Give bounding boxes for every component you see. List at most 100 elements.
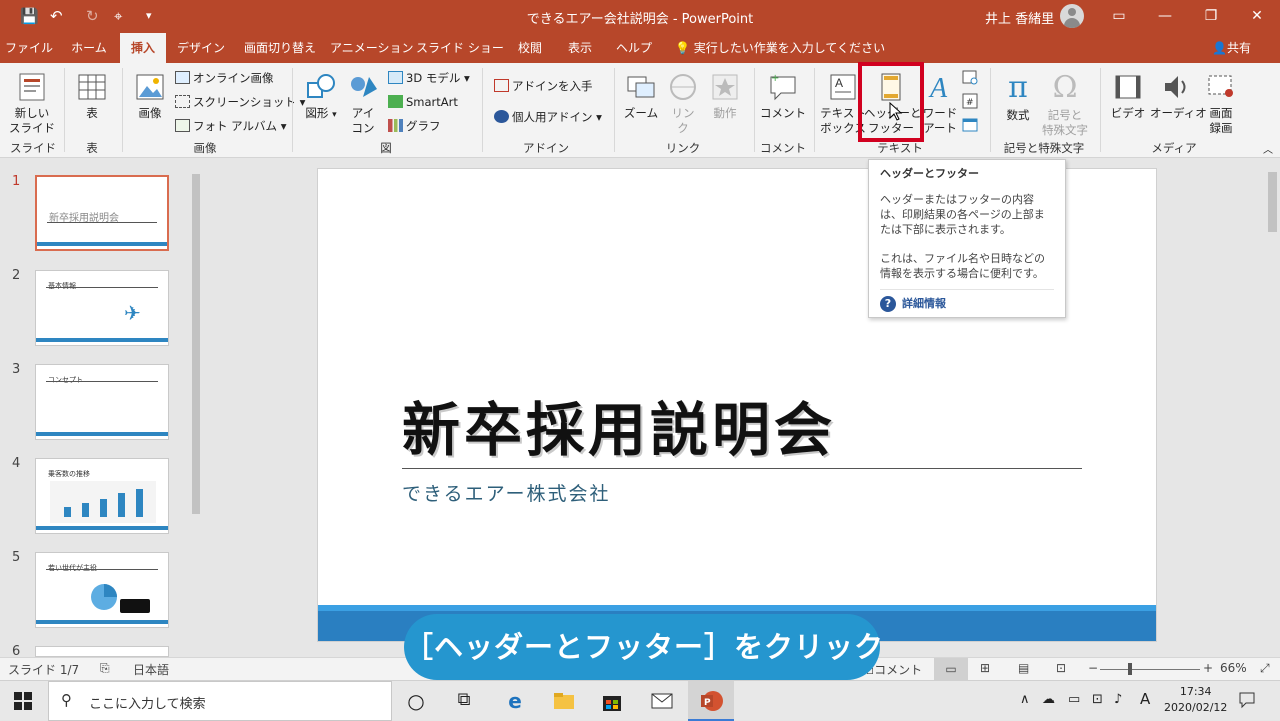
tab-animations[interactable]: アニメーション <box>330 33 414 63</box>
video-button[interactable]: ビデオ <box>1108 71 1148 121</box>
symbol-button[interactable]: Ω 記号と 特殊文字 <box>1038 71 1092 138</box>
mail-icon[interactable] <box>650 689 674 713</box>
chart-button[interactable]: グラフ <box>388 117 441 135</box>
user-name[interactable]: 井上 香緒里 <box>985 8 1054 27</box>
slide-subtitle[interactable]: できるエアー株式会社 <box>402 479 610 506</box>
photo-album-button[interactable]: フォト アルバム ▾ <box>175 117 286 135</box>
tray-expand-icon[interactable]: ∧ <box>1020 692 1030 707</box>
audio-label: オーディオ <box>1150 106 1207 120</box>
table-button[interactable]: 表 <box>72 71 112 121</box>
spellcheck-icon[interactable]: ⎘ <box>100 661 110 676</box>
thumbnail-scrollbar[interactable] <box>189 160 203 655</box>
powerpoint-taskbar-button[interactable]: P <box>688 681 734 721</box>
star-icon <box>712 74 738 100</box>
slide-thumbnail-2[interactable]: 基本情報 ✈ <box>35 270 169 346</box>
cortana-icon[interactable]: ○ <box>404 689 428 713</box>
normal-view-icon[interactable]: ▭ <box>934 658 968 680</box>
slide-thumbnail-1[interactable]: 新卒採用説明会 <box>35 175 169 251</box>
tab-transitions[interactable]: 画面切り替え <box>236 33 324 63</box>
new-slide-button[interactable]: 新しい スライド <box>8 71 56 136</box>
zoom-out-icon[interactable]: − <box>1088 661 1098 675</box>
tab-file[interactable]: ファイル <box>2 33 56 63</box>
ime-indicator[interactable]: A <box>1140 690 1150 708</box>
tab-design[interactable]: デザイン <box>172 33 230 63</box>
instruction-caption: ［ヘッダーとフッター］をクリック <box>404 614 883 680</box>
slide-thumbnail-3[interactable]: コンセプト <box>35 364 169 440</box>
onedrive-icon[interactable]: ☁ <box>1042 692 1055 707</box>
tab-home[interactable]: ホーム <box>62 33 116 63</box>
new-slide-label: 新しい スライド <box>9 106 55 135</box>
picture-icon <box>136 74 164 100</box>
slide-number-5: 5 <box>12 550 21 565</box>
fit-slide-icon[interactable]: ⤢ <box>1260 661 1270 676</box>
svg-text:A: A <box>835 76 843 90</box>
editor-scrollbar[interactable] <box>1265 158 1280 657</box>
thumb-title-3: コンセプト <box>48 376 83 384</box>
slide-thumbnail-6[interactable] <box>35 646 169 657</box>
close-button[interactable]: ✕ <box>1234 4 1280 28</box>
action-button[interactable]: 動作 <box>706 71 744 121</box>
tell-me-search[interactable]: 💡 実行したい作業を入力してください <box>675 33 885 63</box>
get-addins-button[interactable]: アドインを入手 <box>494 77 593 95</box>
equation-button[interactable]: π 数式 <box>1000 71 1036 123</box>
network-icon[interactable]: ⊡ <box>1092 692 1103 707</box>
ribbon-display-icon[interactable]: ▭ <box>1096 4 1142 28</box>
tab-help[interactable]: ヘルプ <box>608 33 660 63</box>
link-button[interactable]: リン ク <box>666 71 700 136</box>
windows-start-icon[interactable] <box>14 692 32 710</box>
online-image-button[interactable]: オンライン画像 <box>175 69 274 87</box>
battery-icon[interactable]: ▭ <box>1068 692 1080 707</box>
avatar[interactable] <box>1060 4 1084 28</box>
slideshow-view-icon[interactable]: ⊡ <box>1056 661 1066 675</box>
date-time-button[interactable] <box>960 69 980 89</box>
share-button[interactable]: 👤共有 <box>1212 33 1251 63</box>
icons-button[interactable]: アイ コン <box>346 71 380 136</box>
taskbar-search[interactable]: ⚲ ここに入力して検索 <box>48 681 392 721</box>
zoom-level[interactable]: 66% <box>1220 661 1247 675</box>
screen-recording-button[interactable]: 画面 録画 <box>1202 71 1240 136</box>
maximize-button[interactable]: ❐ <box>1188 4 1234 28</box>
minimize-button[interactable]: — <box>1142 4 1188 28</box>
zoom-slider-thumb[interactable] <box>1128 663 1132 675</box>
slide-sorter-icon[interactable]: ⊞ <box>980 661 990 675</box>
film-icon <box>1115 75 1141 99</box>
zoom-slider[interactable] <box>1100 669 1200 670</box>
title-bar: 💾 ↶ ↻ ⌖ ▾ できるエアー会社説明会 - PowerPoint 井上 香緒… <box>0 0 1280 33</box>
object-button[interactable] <box>960 117 980 137</box>
slide-thumbnail-5[interactable]: 若い世代が主役 <box>35 552 169 628</box>
task-view-icon[interactable]: ⧉ <box>452 689 476 713</box>
smartart-button[interactable]: SmartArt <box>388 93 458 111</box>
reading-view-icon[interactable]: ▤ <box>1018 661 1029 675</box>
store-icon[interactable] <box>600 689 624 713</box>
image-button[interactable]: 画像 <box>130 71 170 121</box>
wordart-button[interactable]: A ワード アート <box>920 71 960 136</box>
table-label: 表 <box>86 106 98 120</box>
slide-thumbnail-4[interactable]: 乗客数の推移 <box>35 458 169 534</box>
zoom-in-icon[interactable]: + <box>1203 661 1213 675</box>
file-explorer-icon[interactable] <box>552 689 576 713</box>
header-footer-tooltip: ヘッダーとフッター ヘッダーまたはフッターの内容は、印刷結果の各ページの上部また… <box>868 159 1066 318</box>
tab-review[interactable]: 校閲 <box>508 33 552 63</box>
slide-title[interactable]: 新卒採用説明会 <box>402 383 836 467</box>
zoom-button[interactable]: ズーム <box>622 71 660 121</box>
language-indicator[interactable]: 日本語 <box>133 661 169 678</box>
tab-view[interactable]: 表示 <box>558 33 602 63</box>
slide-number-button[interactable]: # <box>960 93 980 113</box>
my-addins-button[interactable]: 個人用アドイン ▾ <box>494 108 602 126</box>
group-text-label: テキスト <box>877 141 923 155</box>
taskbar-clock[interactable]: 17:34 2020/02/12 <box>1164 684 1227 716</box>
3d-model-button[interactable]: 3D モデル ▾ <box>388 69 470 87</box>
comment-button[interactable]: + コメント <box>760 71 806 121</box>
tab-insert[interactable]: 挿入 <box>120 33 166 63</box>
collapse-ribbon-icon[interactable]: ︿ <box>1260 143 1276 158</box>
edge-icon[interactable]: e <box>503 689 527 713</box>
notification-icon[interactable] <box>1238 691 1256 709</box>
screenshot-button[interactable]: スクリーンショット ▾ <box>175 93 305 111</box>
mouse-cursor-icon <box>889 102 903 121</box>
slide-number-2: 2 <box>12 268 21 283</box>
volume-icon[interactable]: ♪ <box>1114 692 1122 707</box>
shapes-button[interactable]: 図形 ▾ <box>302 71 340 123</box>
tab-slideshow[interactable]: スライド ショー <box>416 33 504 63</box>
audio-button[interactable]: オーディオ <box>1150 71 1207 121</box>
tooltip-more-info[interactable]: ? 詳細情報 <box>880 289 1054 312</box>
